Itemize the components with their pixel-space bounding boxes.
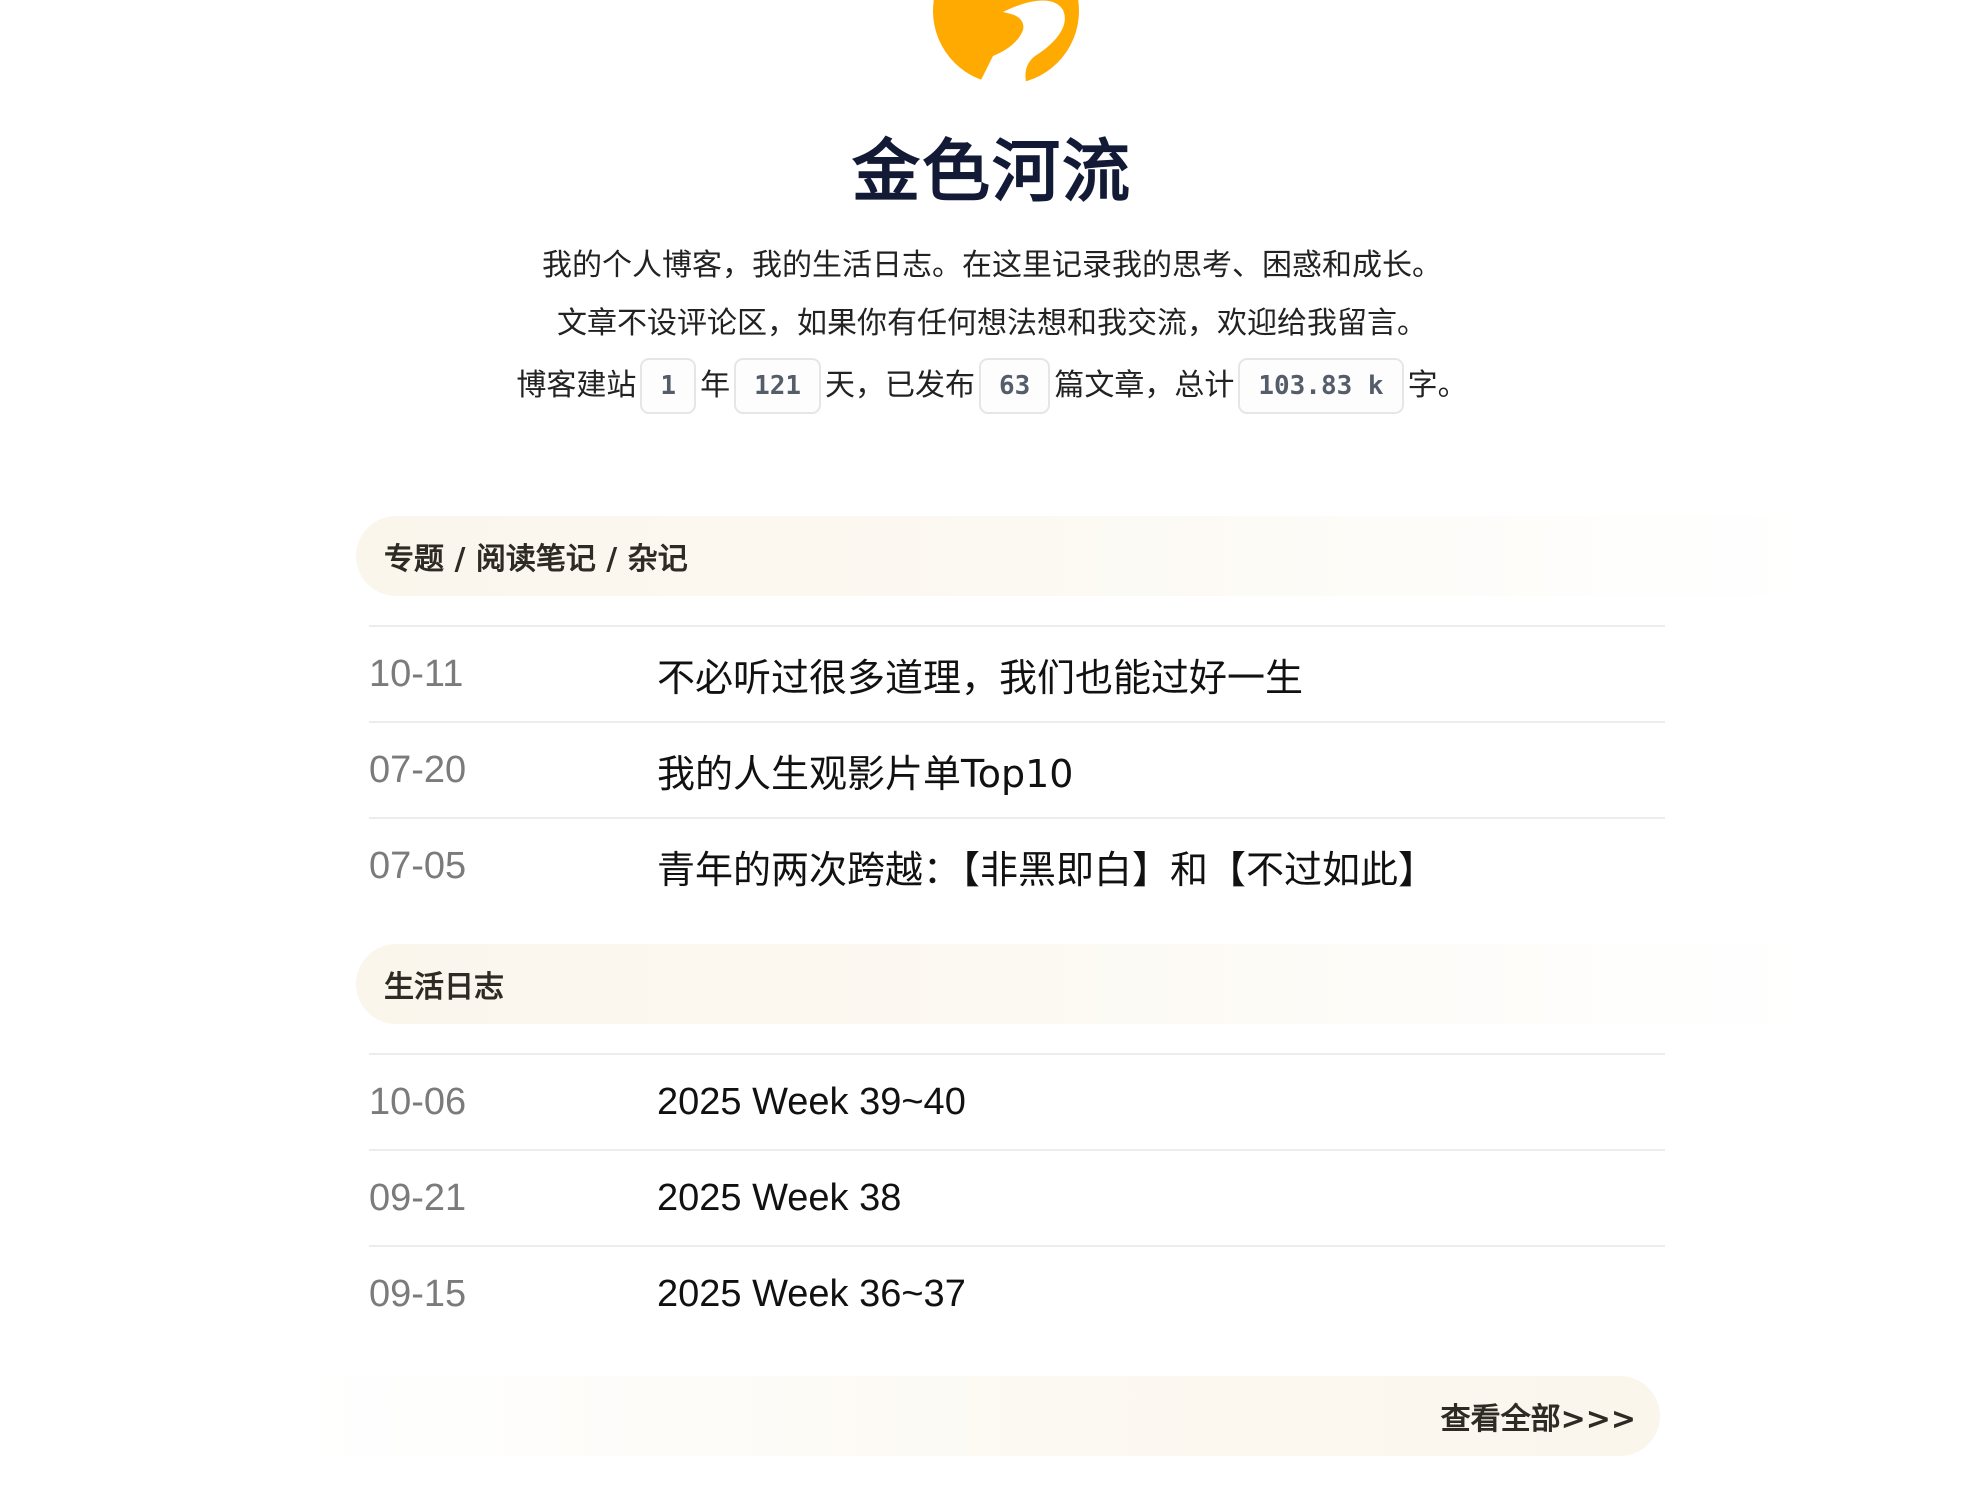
- section-header-life-log: 生活日志: [356, 944, 1816, 1024]
- section-header-topics: 专题 / 阅读笔记 / 杂记: [356, 516, 1816, 596]
- site-title: 金色河流: [851, 133, 1132, 212]
- stat-days-unit: 天，已发布: [825, 368, 976, 403]
- post-title-link[interactable]: 2025 Week 36~37: [657, 1273, 966, 1316]
- list-item: 10-06 2025 Week 39~40: [369, 1053, 1665, 1149]
- post-list-life-log: 10-06 2025 Week 39~40 09-21 2025 Week 38…: [369, 1053, 1665, 1341]
- post-date: 07-20: [369, 748, 467, 791]
- list-item: 07-05 青年的两次跨越：【非黑即白】和【不过如此】: [369, 817, 1665, 913]
- stat-words-unit: 字。: [1407, 368, 1468, 403]
- list-item: 07-20 我的人生观影片单Top10: [369, 721, 1665, 817]
- section-title: 专题 / 阅读笔记 / 杂记: [384, 542, 688, 577]
- post-title-link[interactable]: 2025 Week 38: [657, 1177, 901, 1220]
- post-title-link[interactable]: 青年的两次跨越：【非黑即白】和【不过如此】: [657, 839, 1436, 894]
- view-all-link[interactable]: 查看全部>>>: [296, 1376, 1660, 1456]
- post-title-link[interactable]: 2025 Week 39~40: [657, 1081, 966, 1124]
- stat-years-unit: 年: [700, 368, 731, 403]
- post-title-link[interactable]: 不必听过很多道理，我们也能过好一生: [657, 647, 1303, 702]
- post-date: 07-05: [369, 844, 467, 887]
- stats-prefix: 博客建站: [516, 368, 637, 403]
- post-date: 10-11: [369, 652, 464, 695]
- post-date: 09-21: [369, 1176, 467, 1219]
- list-item: 09-15 2025 Week 36~37: [369, 1245, 1665, 1341]
- blog-stats: 博客建站 1 年 121 天，已发布 63 篇文章，总计 103.83 k 字。: [0, 357, 1984, 415]
- stat-posts: 63: [979, 358, 1051, 414]
- post-date: 10-06: [369, 1080, 467, 1123]
- post-list-topics: 10-11 不必听过很多道理，我们也能过好一生 07-20 我的人生观影片单To…: [369, 625, 1665, 913]
- list-item: 09-21 2025 Week 38: [369, 1149, 1665, 1245]
- intro-line-2: 文章不设评论区，如果你有任何想法想和我交流，欢迎给我留言。: [557, 306, 1427, 341]
- stat-years: 1: [640, 358, 697, 414]
- list-item: 10-11 不必听过很多道理，我们也能过好一生: [369, 625, 1665, 721]
- stat-words: 103.83 k: [1238, 358, 1404, 414]
- post-title-link[interactable]: 我的人生观影片单Top10: [657, 743, 1073, 798]
- golden-river-logo-icon: [933, 0, 1079, 84]
- stat-days: 121: [734, 358, 822, 414]
- stat-posts-unit: 篇文章，总计: [1054, 368, 1235, 403]
- post-date: 09-15: [369, 1272, 467, 1315]
- view-all-label[interactable]: 查看全部>>>: [1441, 1394, 1636, 1438]
- section-title: 生活日志: [384, 970, 504, 1005]
- intro-line-1: 我的个人博客，我的生活日志。在这里记录我的思考、困惑和成长。: [542, 248, 1442, 283]
